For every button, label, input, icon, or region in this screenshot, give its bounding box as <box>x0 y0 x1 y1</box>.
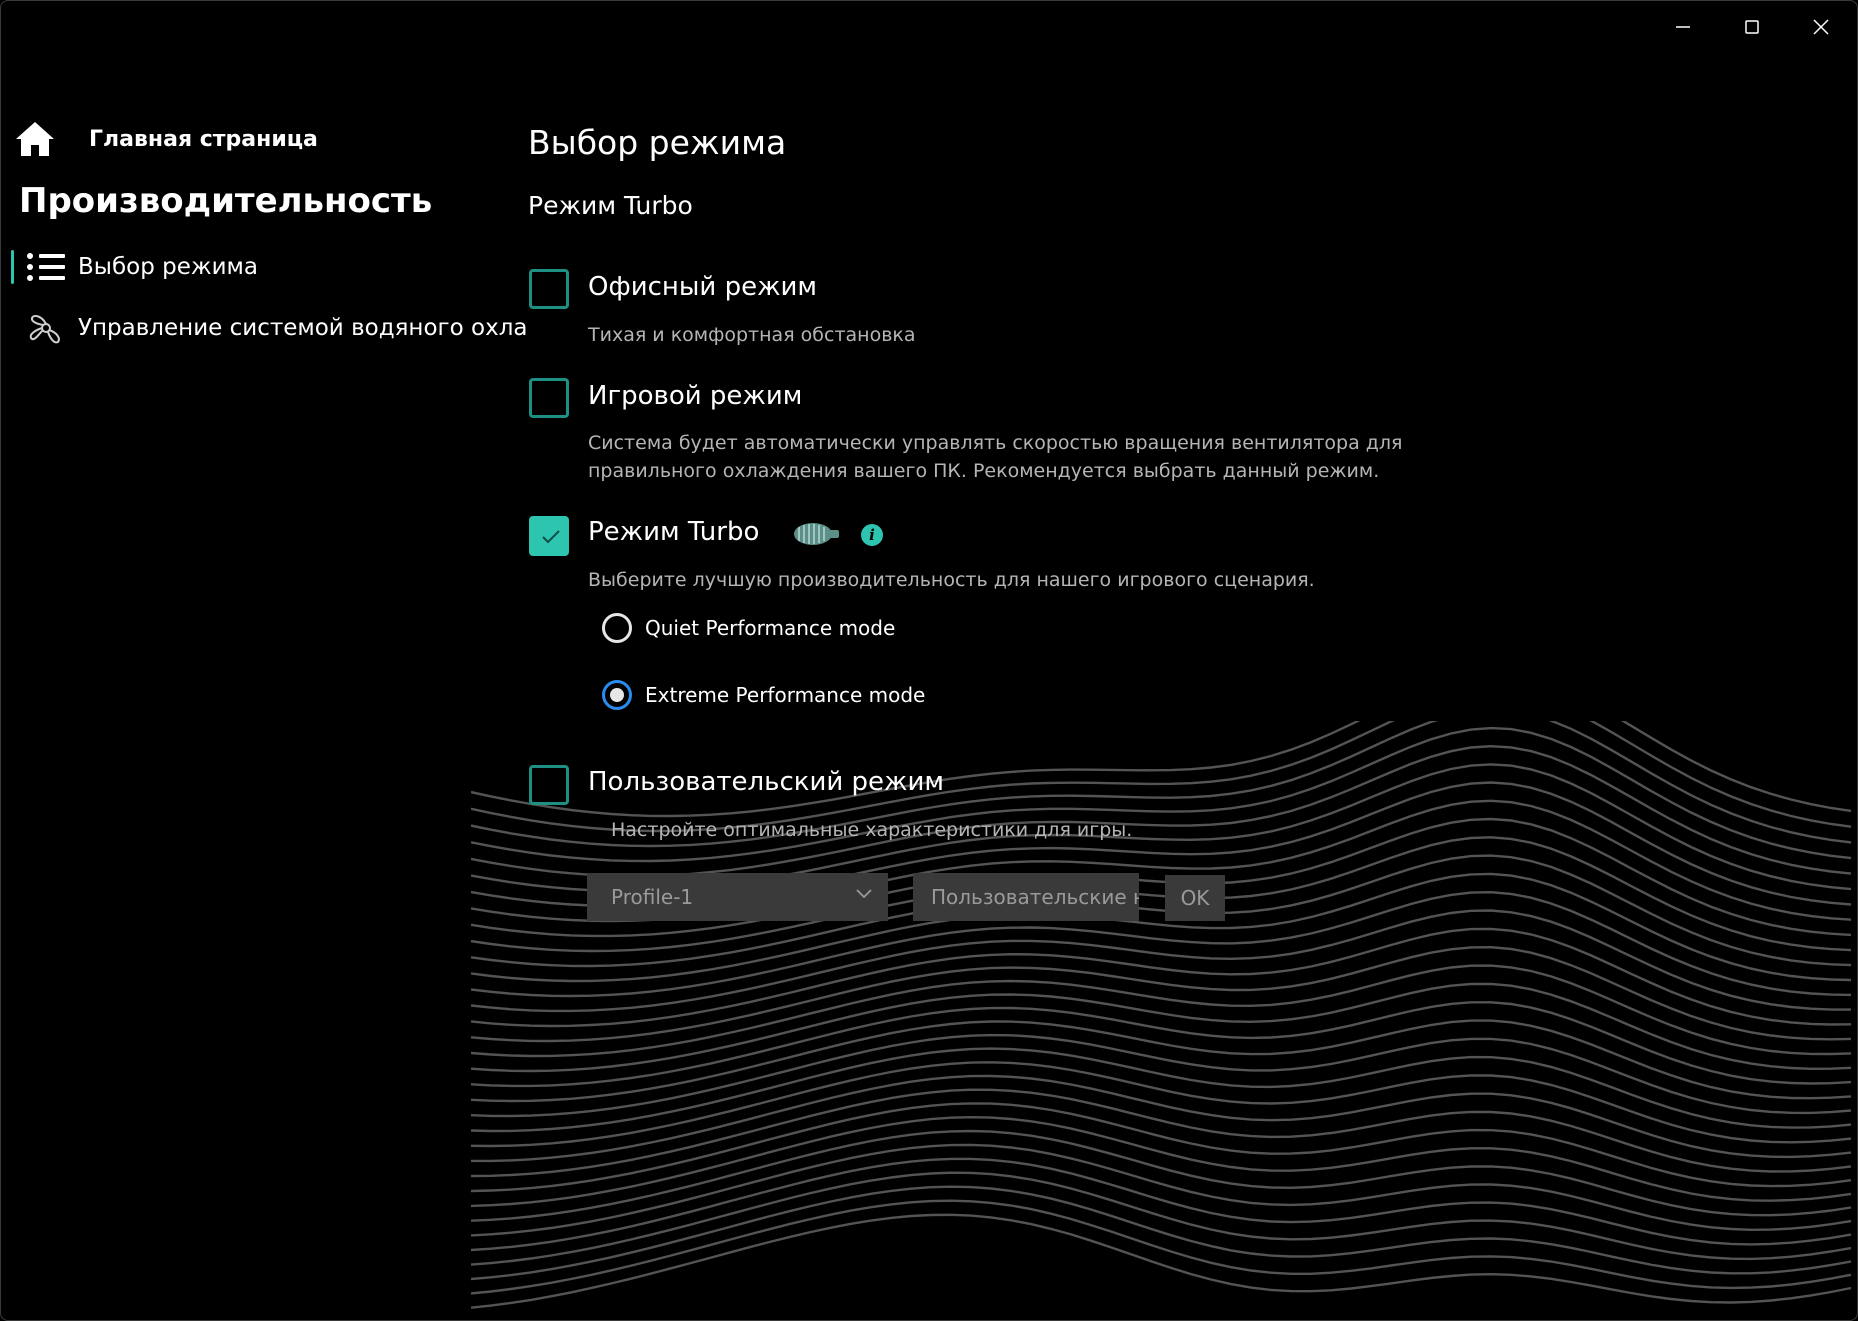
sidebar-item-label: Выбор режима <box>78 254 258 280</box>
home-label: Главная страница <box>89 126 318 152</box>
gaming-mode-label: Игровой режим <box>588 381 803 411</box>
office-mode-checkbox[interactable] <box>529 269 569 309</box>
checkmark-icon <box>542 530 560 544</box>
fan-icon <box>26 312 66 344</box>
sidebar-item-label: Управление системой водяного охла <box>78 315 528 341</box>
profile-dropdown-value: Profile-1 <box>611 885 694 909</box>
turbo-fan-icon <box>791 521 841 547</box>
profile-dropdown[interactable]: Profile-1 <box>587 873 888 921</box>
sidebar-item-water-cooling[interactable]: Управление системой водяного охла <box>11 305 528 351</box>
quiet-performance-radio[interactable] <box>602 613 632 643</box>
minimize-icon <box>1676 26 1690 28</box>
custom-mode-label: Пользовательский режим <box>588 767 944 797</box>
section-title: Производительность <box>19 181 433 221</box>
wave-line <box>471 1157 1852 1252</box>
home-link[interactable]: Главная страница <box>13 117 318 161</box>
office-mode-description: Тихая и комфортная обстановка <box>588 324 916 346</box>
custom-mode-checkbox[interactable] <box>529 765 569 805</box>
extreme-performance-radio[interactable] <box>602 680 632 710</box>
custom-settings-input[interactable]: Пользовательские на <box>913 873 1139 921</box>
list-icon <box>26 251 66 283</box>
page-title: Выбор режима <box>528 123 787 162</box>
gaming-mode-description-line: правильного охлаждения вашего ПК. Рекоме… <box>588 460 1380 482</box>
ok-button[interactable]: OK <box>1165 875 1225 921</box>
quiet-performance-label: Quiet Performance mode <box>645 616 896 640</box>
gaming-mode-checkbox[interactable] <box>529 378 569 418</box>
wave-line <box>471 1115 1852 1208</box>
close-button[interactable] <box>1792 7 1850 47</box>
turbo-mode-label: Режим Turbo <box>588 517 760 547</box>
turbo-mode-description: Выберите лучшую производительность для н… <box>588 569 1315 591</box>
minimize-button[interactable] <box>1654 7 1712 47</box>
wave-line <box>471 1171 1852 1266</box>
maximize-button[interactable] <box>1723 7 1781 47</box>
turbo-mode-checkbox[interactable] <box>529 516 569 556</box>
extreme-performance-label: Extreme Performance mode <box>645 683 926 707</box>
chevron-down-icon <box>856 889 872 899</box>
info-icon[interactable]: i <box>861 524 883 546</box>
page-subtitle: Режим Turbo <box>528 191 693 220</box>
office-mode-label: Офисный режим <box>588 272 818 302</box>
maximize-icon <box>1745 20 1759 34</box>
gaming-mode-description-line: Система будет автоматически управлять ск… <box>588 432 1403 454</box>
sidebar-item-mode-select[interactable]: Выбор режима <box>11 244 258 290</box>
home-icon <box>16 122 54 156</box>
wave-background <box>471 721 1852 1309</box>
active-indicator <box>11 250 14 284</box>
close-icon <box>1813 19 1829 35</box>
custom-mode-description: Настройте оптимальные характеристики для… <box>611 819 1133 841</box>
wave-line <box>471 927 1852 1028</box>
gaming-mode-description: Система будет автоматически управлять ск… <box>588 429 1402 485</box>
app-window: Главная страница Производительность Выбо… <box>0 0 1858 1321</box>
